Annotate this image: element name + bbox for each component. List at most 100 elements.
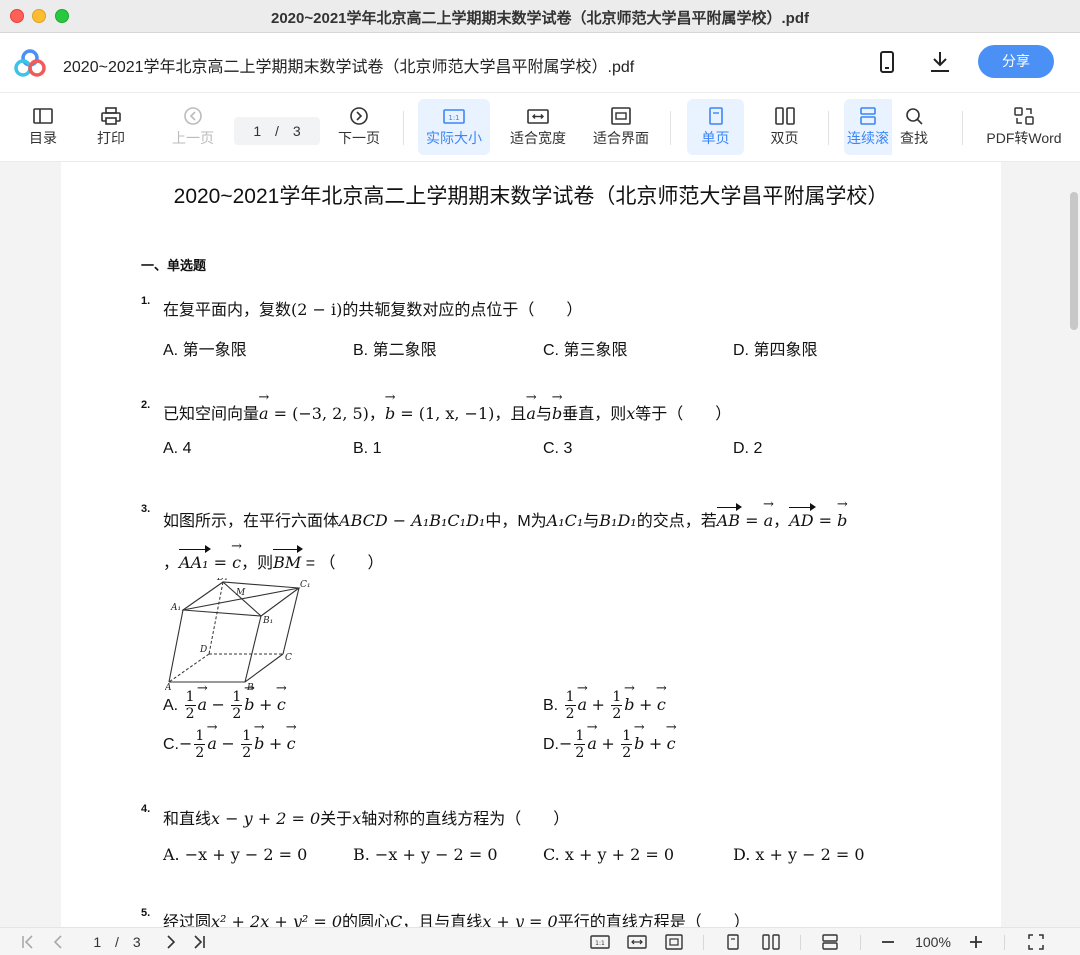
fit-screen-button[interactable]: 适合界面 bbox=[588, 99, 654, 155]
q3-diagonal: A₁C₁ bbox=[546, 511, 584, 530]
q3-text-part: ， bbox=[773, 513, 790, 530]
vector-b: b bbox=[624, 693, 634, 714]
question-number: 4. bbox=[141, 803, 151, 815]
phone-icon[interactable] bbox=[874, 49, 900, 75]
numerator: 1 bbox=[185, 689, 195, 705]
document-viewport[interactable]: 2020~2021学年北京高二上学期期末数学试卷（北京师范大学昌平附属学校） 一… bbox=[0, 162, 1080, 927]
variable-x: x bbox=[352, 809, 362, 828]
single-page-small-button[interactable] bbox=[724, 928, 742, 955]
numerator: 1 bbox=[565, 689, 575, 705]
pdf-to-word-button[interactable]: PDF转Word bbox=[982, 99, 1066, 155]
question-2-text: 已知空间向量a = (−3, 2, 5)，b = (1, x, −1)，且a与b… bbox=[163, 400, 731, 424]
toc-button[interactable]: 目录 bbox=[18, 99, 68, 155]
vector-c: c bbox=[277, 693, 286, 714]
page-number-input[interactable]: 1 / 3 bbox=[234, 117, 320, 145]
double-page-label: 双页 bbox=[770, 130, 799, 146]
q3-text-part: ， bbox=[163, 555, 180, 572]
find-button[interactable]: 查找 bbox=[892, 99, 936, 155]
q3-option-a: A. 12a − 12b + c bbox=[163, 689, 286, 723]
fullscreen-button[interactable] bbox=[1028, 928, 1046, 955]
q2-option-d: D. 2 bbox=[733, 440, 763, 457]
q4-option-d: D. x + y − 2 = 0 bbox=[733, 845, 865, 864]
zoom-out-button[interactable] bbox=[880, 928, 898, 955]
continuous-scroll-button[interactable]: 连续滚 bbox=[844, 99, 892, 155]
bottom-page-indicator[interactable]: 1 / 3 bbox=[82, 928, 152, 955]
fraction: 12 bbox=[611, 689, 623, 723]
vector-a: a bbox=[198, 693, 208, 714]
find-label: 查找 bbox=[900, 130, 928, 146]
continuous-scroll-icon bbox=[822, 934, 838, 950]
vector-c: c bbox=[232, 551, 241, 572]
last-page-button[interactable] bbox=[191, 928, 209, 955]
zoom-in-button[interactable] bbox=[968, 928, 986, 955]
label-B1: B₁ bbox=[262, 616, 273, 626]
fit-width-button[interactable]: 适合宽度 bbox=[505, 99, 571, 155]
continuous-scroll-small-button[interactable] bbox=[820, 928, 840, 955]
actual-size-label: 实际大小 bbox=[426, 130, 482, 146]
option-letter: B. bbox=[543, 697, 559, 715]
first-page-button[interactable] bbox=[20, 928, 38, 955]
fit-screen-label: 适合界面 bbox=[593, 130, 649, 146]
q3-text-part: 的交点，若 bbox=[636, 513, 717, 530]
double-page-small-button[interactable] bbox=[761, 928, 781, 955]
q1-option-c: C. 第三象限 bbox=[543, 342, 628, 359]
chevron-left-circle-icon bbox=[184, 107, 202, 125]
denominator: 2 bbox=[231, 705, 243, 722]
continuous-scroll-label: 连续滚 bbox=[847, 130, 889, 146]
q2-option-b: B. 1 bbox=[353, 440, 382, 457]
q4-text-part: 轴对称的直线方程为（ ） bbox=[361, 811, 570, 828]
section-heading: 一、单选题 bbox=[141, 258, 207, 273]
document-title: 2020~2021学年北京高二上学期期末数学试卷（北京师范大学昌平附属学校）.p… bbox=[63, 59, 635, 76]
minus-sign: − bbox=[211, 695, 225, 715]
pdf-page: 2020~2021学年北京高二上学期期末数学试卷（北京师范大学昌平附属学校） 一… bbox=[61, 162, 1001, 927]
single-page-button[interactable]: 单页 bbox=[687, 99, 744, 155]
question-1-text: 在复平面内，复数(2 − i)的共轭复数对应的点位于（ ） bbox=[163, 296, 582, 320]
download-icon[interactable] bbox=[927, 49, 953, 75]
prev-page-small-button[interactable] bbox=[50, 928, 66, 955]
fullscreen-icon bbox=[1028, 934, 1044, 950]
vertical-scrollbar[interactable] bbox=[1070, 192, 1078, 330]
minus-sign: − bbox=[559, 734, 573, 754]
print-label: 打印 bbox=[97, 130, 125, 146]
denominator: 2 bbox=[611, 705, 623, 722]
variable-C: C bbox=[390, 912, 403, 927]
question-5-text: 经过圆x² + 2x + y² = 0的圆心C，且与直线x + y = 0平行的… bbox=[163, 908, 750, 927]
prev-page-button[interactable]: 上一页 bbox=[166, 99, 220, 155]
question-3-text: 如图所示，在平行六面体ABCD − A₁B₁C₁D₁中，M为A₁C₁与B₁D₁的… bbox=[163, 503, 847, 531]
label-M: M bbox=[235, 588, 246, 598]
plus-icon bbox=[970, 936, 982, 948]
q4-option-a: A. −x + y − 2 = 0 bbox=[163, 845, 308, 864]
fraction: 12 bbox=[241, 728, 253, 762]
q4-line-equation: x − y + 2 = 0 bbox=[211, 809, 321, 828]
q2-expression: = (−3, 2, 5) bbox=[268, 404, 369, 423]
fit-screen-icon bbox=[665, 934, 683, 950]
equals-sign: = bbox=[208, 553, 233, 572]
numerator: 1 bbox=[622, 728, 632, 744]
denominator: 2 bbox=[241, 744, 253, 761]
fit-width-small-button[interactable] bbox=[627, 928, 647, 955]
double-page-button[interactable]: 双页 bbox=[757, 99, 812, 155]
fraction: 12 bbox=[621, 728, 633, 762]
question-4-text: 和直线x − y + 2 = 0关于x轴对称的直线方程为（ ） bbox=[163, 805, 569, 829]
share-button[interactable]: 分享 bbox=[978, 45, 1054, 78]
actual-size-small-button[interactable]: 1:1 bbox=[590, 928, 610, 955]
q3-text-part: 与 bbox=[583, 513, 600, 530]
vector-AA1: AA₁ bbox=[179, 545, 211, 572]
plus-sign: + bbox=[601, 734, 615, 754]
print-button[interactable]: 打印 bbox=[86, 99, 136, 155]
fit-screen-small-button[interactable] bbox=[664, 928, 684, 955]
variable-x: x bbox=[626, 404, 636, 423]
single-page-icon bbox=[708, 107, 723, 125]
vector-c: c bbox=[657, 693, 666, 714]
plus-sign: + bbox=[591, 695, 605, 715]
minus-icon bbox=[882, 941, 894, 943]
next-page-button[interactable]: 下一页 bbox=[332, 99, 386, 155]
fit-screen-icon bbox=[611, 107, 631, 125]
q2-text-part: 垂直，则 bbox=[562, 406, 627, 423]
actual-size-button[interactable]: 1:1 实际大小 bbox=[418, 99, 490, 155]
double-page-icon bbox=[762, 934, 780, 950]
label-C1: C₁ bbox=[300, 580, 311, 590]
equals-sign: = bbox=[740, 511, 764, 530]
plus-sign: + bbox=[258, 695, 273, 715]
next-page-small-button[interactable] bbox=[163, 928, 179, 955]
